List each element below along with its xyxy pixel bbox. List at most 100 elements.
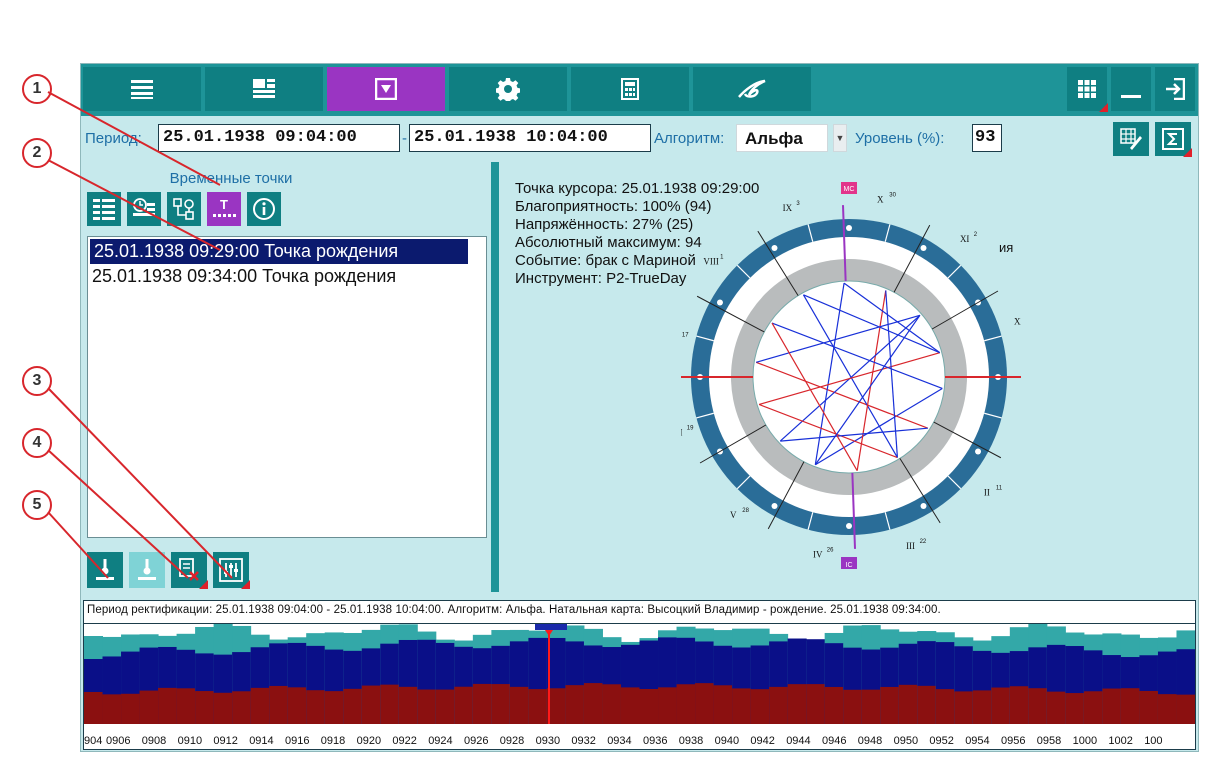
time-tick-label: 0954 [965, 735, 990, 747]
time-tick-label: 1000 [1072, 735, 1098, 747]
tab-dropdown[interactable] [327, 67, 445, 111]
graph-bar-risk [713, 685, 733, 724]
table-pen-icon [1120, 128, 1142, 150]
time-points-panel: Временные точки T 25.01.1938 09:29:00 То… [81, 162, 491, 592]
panel-splitter[interactable] [491, 162, 499, 592]
tab-layout[interactable] [205, 67, 323, 111]
graph-bar-risk [232, 691, 252, 724]
graph-bar-risk [343, 688, 363, 724]
graph-bar-risk [250, 687, 270, 724]
add-point-button[interactable] [87, 552, 123, 588]
sigma-icon [1162, 128, 1184, 150]
time-tick-label: 0930 [535, 735, 561, 747]
minimize-icon [1121, 95, 1141, 98]
tab-list[interactable] [83, 67, 201, 111]
graph-bar-risk [139, 690, 159, 724]
time-tick-label: 0942 [750, 735, 775, 747]
algorithm-select[interactable]: Альфа [736, 124, 828, 152]
time-tick-label: 0910 [177, 735, 203, 747]
time-tick-label: 0956 [1001, 735, 1026, 747]
submenu-marker [241, 580, 250, 589]
submenu-marker [1099, 103, 1108, 112]
graph-bar-risk [954, 691, 974, 724]
time-tick-label: 0906 [106, 735, 131, 747]
list-item[interactable]: 25.01.1938 09:29:00 Точка рождения [90, 239, 468, 264]
algorithm-label: Алгоритм: [654, 130, 725, 147]
house-label: VI [681, 428, 683, 438]
info-line: Благоприятность: 100% (94) [515, 198, 712, 215]
callout-1: 1 [22, 74, 52, 104]
zodiac-sign-glyph [716, 299, 723, 306]
sum-button[interactable] [1155, 122, 1192, 157]
list-item[interactable]: 25.01.1938 09:34:00 Точка рождения [88, 264, 486, 289]
level-input[interactable]: 93 [972, 124, 1002, 152]
house-label: II [984, 488, 990, 498]
period-from-input[interactable]: 25.01.1938 09:04:00 [158, 124, 400, 152]
graph-bar-risk [824, 686, 844, 724]
info-line: Инструмент: P2-TrueDay [515, 270, 687, 287]
levels-button[interactable] [213, 552, 250, 589]
graph-bar-risk [195, 691, 215, 724]
delete-point-button[interactable] [171, 552, 208, 589]
graph-bar-risk [972, 690, 992, 724]
graph-bar-risk [695, 683, 715, 724]
list-view-button[interactable] [87, 192, 121, 226]
graph-bar-risk [1009, 686, 1029, 724]
house-label: X [877, 195, 884, 205]
graph-bar-risk [102, 694, 122, 724]
side-text: ия [999, 240, 1013, 255]
time-points-button[interactable]: T [207, 192, 241, 226]
house-number: 2 [974, 232, 978, 238]
list-icon [131, 80, 153, 99]
graph-bar-risk [454, 686, 474, 724]
info-icon [253, 198, 275, 220]
calc-grid-button[interactable] [1113, 122, 1149, 156]
time-points-list[interactable]: 25.01.1938 09:29:00 Точка рождения 25.01… [87, 236, 487, 538]
graph-bar-risk [565, 685, 585, 724]
graph-bar-risk [324, 691, 344, 724]
house-number: 17 [682, 333, 689, 339]
cursor-highlight [535, 624, 567, 630]
exit-button[interactable] [1155, 67, 1195, 111]
time-tick-label: 0950 [893, 735, 919, 747]
time-list-button[interactable] [127, 192, 161, 226]
tab-settings[interactable] [449, 67, 567, 111]
time-tick-label: 0924 [428, 735, 453, 747]
info-button[interactable] [247, 192, 281, 226]
time-tick-label: 0940 [714, 735, 740, 747]
rectification-strip[interactable]: Период ректификации: 25.01.1938 09:04:00… [83, 600, 1196, 750]
algorithm-dropdown-arrow[interactable]: ▼ [833, 124, 847, 152]
graph-bar-risk [750, 689, 770, 724]
zodiac-sign-glyph [771, 503, 778, 510]
graph-bar-risk [398, 686, 418, 724]
time-tick-label: 0914 [249, 735, 274, 747]
t-label: T [220, 197, 228, 212]
callout-4: 4 [22, 428, 52, 458]
time-tick-label: 100 [1144, 735, 1163, 747]
house-number: 11 [996, 486, 1003, 492]
time-tick-label: 0946 [822, 735, 847, 747]
house-number: 22 [920, 539, 927, 545]
period-to-input[interactable]: 25.01.1938 10:04:00 [409, 124, 651, 152]
rectification-graph[interactable] [84, 624, 1195, 724]
grid-button[interactable] [1067, 67, 1108, 112]
table-list-icon [93, 199, 115, 220]
time-tick-label: 0922 [392, 735, 417, 747]
set-point-button[interactable] [129, 552, 165, 588]
time-tick-label: 0908 [141, 735, 167, 747]
graph-bar-risk [843, 689, 863, 724]
minimize-button[interactable] [1111, 67, 1151, 111]
graph-bar-risk [583, 683, 603, 724]
time-tick-label: 0948 [857, 735, 883, 747]
time-tick-label: 0912 [213, 735, 238, 747]
graph-bar-risk [658, 687, 678, 724]
graph-bar-risk [361, 685, 381, 724]
calculator-icon [621, 78, 639, 100]
zodiac-sign-glyph [975, 448, 982, 455]
house-label: V [730, 510, 737, 520]
tab-logo[interactable] [693, 67, 811, 111]
time-tick-label: 0934 [607, 735, 632, 747]
tab-calculator[interactable] [571, 67, 689, 111]
tree-button[interactable] [167, 192, 201, 226]
graph-bar-risk [991, 687, 1011, 724]
